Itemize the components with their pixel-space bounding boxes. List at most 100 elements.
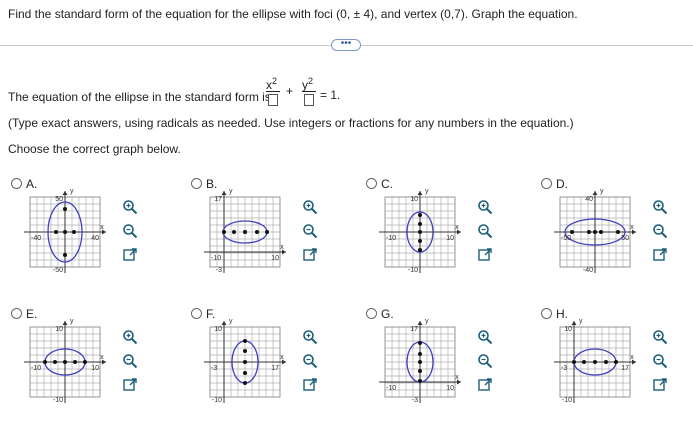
graph-point [418,352,422,356]
tick-label-bottom: -10 [562,397,572,404]
option-c-zoom-out-icon[interactable] [477,223,493,239]
option-h-zoom-out-icon[interactable] [652,353,668,369]
option-d-zoom-out-icon[interactable] [652,223,668,239]
graph-point [418,239,422,243]
fraction-bar-1 [266,91,280,92]
option-h-expand-icon[interactable] [652,377,668,393]
option-e-expand-icon[interactable] [122,377,138,393]
option-b-zoom-out-icon[interactable] [302,223,318,239]
y-axis-arrow [417,191,423,195]
tick-label-left: -10 [211,255,221,262]
tick-label-right: 50 [621,235,629,242]
denominator-2-input[interactable] [304,94,314,106]
tick-label-left: -10 [31,365,41,372]
option-h-graph[interactable]: 10 -10 -3 17x y [550,317,640,407]
axis-label-x: x [455,374,459,381]
graph-point [243,381,247,385]
option-b-zoom-in-icon[interactable] [302,199,318,215]
option-g-expand-icon[interactable] [477,377,493,393]
graph-point [418,369,422,373]
option-e-zoom-in-icon[interactable] [122,329,138,345]
option-c-zoom-in-icon[interactable] [477,199,493,215]
instructions-note: (Type exact answers, using radicals as n… [8,116,574,130]
option-f-expand-icon[interactable] [302,377,318,393]
option-e-zoom-out-icon[interactable] [122,353,138,369]
graph-point [243,371,247,375]
tick-label-top: 17 [214,196,222,203]
option-a-zoom-out-icon[interactable] [122,223,138,239]
tick-label-left: -10 [386,385,396,392]
graph-point [418,213,422,217]
option-f-graph[interactable]: 10 -10 -3 17x y [200,317,290,407]
option-g-zoom-out-icon[interactable] [477,353,493,369]
graph-point [63,230,67,234]
graph-point [243,339,247,343]
axis-label-x: x [280,354,284,361]
choose-prompt: Choose the correct graph below. [8,142,181,156]
option-d-graph[interactable]: 40 -40 -50 50x y [550,187,640,277]
option-h-zoom-in-icon[interactable] [652,329,668,345]
option-b-expand-icon[interactable] [302,247,318,263]
tick-label-bottom: -40 [583,267,593,274]
axis-label-y: y [425,318,429,325]
option-f-zoom-in-icon[interactable] [302,329,318,345]
graph-point [43,360,47,364]
graph-point [232,230,236,234]
fraction-bar-2 [302,91,316,92]
option-d-zoom-in-icon[interactable] [652,199,668,215]
equation-suffix: = 1. [320,88,341,102]
graph-point [54,230,58,234]
equation-prefix: The equation of the ellipse in the stand… [8,90,271,104]
plus-sign: + [286,84,294,98]
axis-label-x: x [455,224,459,231]
y-axis-arrow [417,321,423,325]
option-b-graph[interactable]: 17 -3 -10 10x y [200,187,290,277]
graph-point [587,230,591,234]
tick-label-bottom: -10 [212,397,222,404]
denominator-1-input[interactable] [268,94,278,106]
option-a-zoom-in-icon[interactable] [122,199,138,215]
graph-point [418,230,422,234]
tick-label-top: 17 [410,326,418,333]
graph-point [616,230,620,234]
y-axis-arrow [221,191,227,195]
graph-point [582,360,586,364]
tick-label-right: 10 [446,385,454,392]
tick-label-top: 40 [585,196,593,203]
tick-label-top: 50 [55,196,63,203]
graph-point [63,207,67,211]
option-a-graph[interactable]: 50 -50 -40 40x y [20,187,110,277]
axis-label-x: x [280,244,284,251]
tick-label-bottom: -50 [53,267,63,274]
tick-label-right: 40 [91,235,99,242]
graph-point [255,230,259,234]
fraction-1-numerator: x2 [266,76,277,92]
option-c-expand-icon[interactable] [477,247,493,263]
option-c-graph[interactable]: 10-10-10 10xy [375,187,465,277]
axis-label-y: y [70,188,74,195]
option-f-zoom-out-icon[interactable] [302,353,318,369]
axis-label-y: y [229,188,233,195]
graph-point [243,349,247,353]
graph-point [614,360,618,364]
tick-label-right: 17 [621,365,629,372]
graph-point [572,360,576,364]
option-d-expand-icon[interactable] [652,247,668,263]
more-button[interactable]: ••• [331,39,361,51]
graph-point [63,253,67,257]
exponent-1: 2 [272,76,278,86]
tick-label-right: 10 [271,255,279,262]
y-axis-arrow [571,321,577,325]
option-g-zoom-in-icon[interactable] [477,329,493,345]
tick-label-bottom: -10 [408,267,418,274]
graph-point [265,230,269,234]
graph-point [604,360,608,364]
option-g-graph[interactable]: 17 -3 -10 10x y [375,317,465,407]
graph-point [72,230,76,234]
axis-label-y: y [600,188,604,195]
option-e-graph[interactable]: 10-10-10 10xy [20,317,110,407]
graph-point [53,360,57,364]
option-a-expand-icon[interactable] [122,247,138,263]
tick-label-left: -50 [561,235,571,242]
axis-label-x: x [630,354,634,361]
